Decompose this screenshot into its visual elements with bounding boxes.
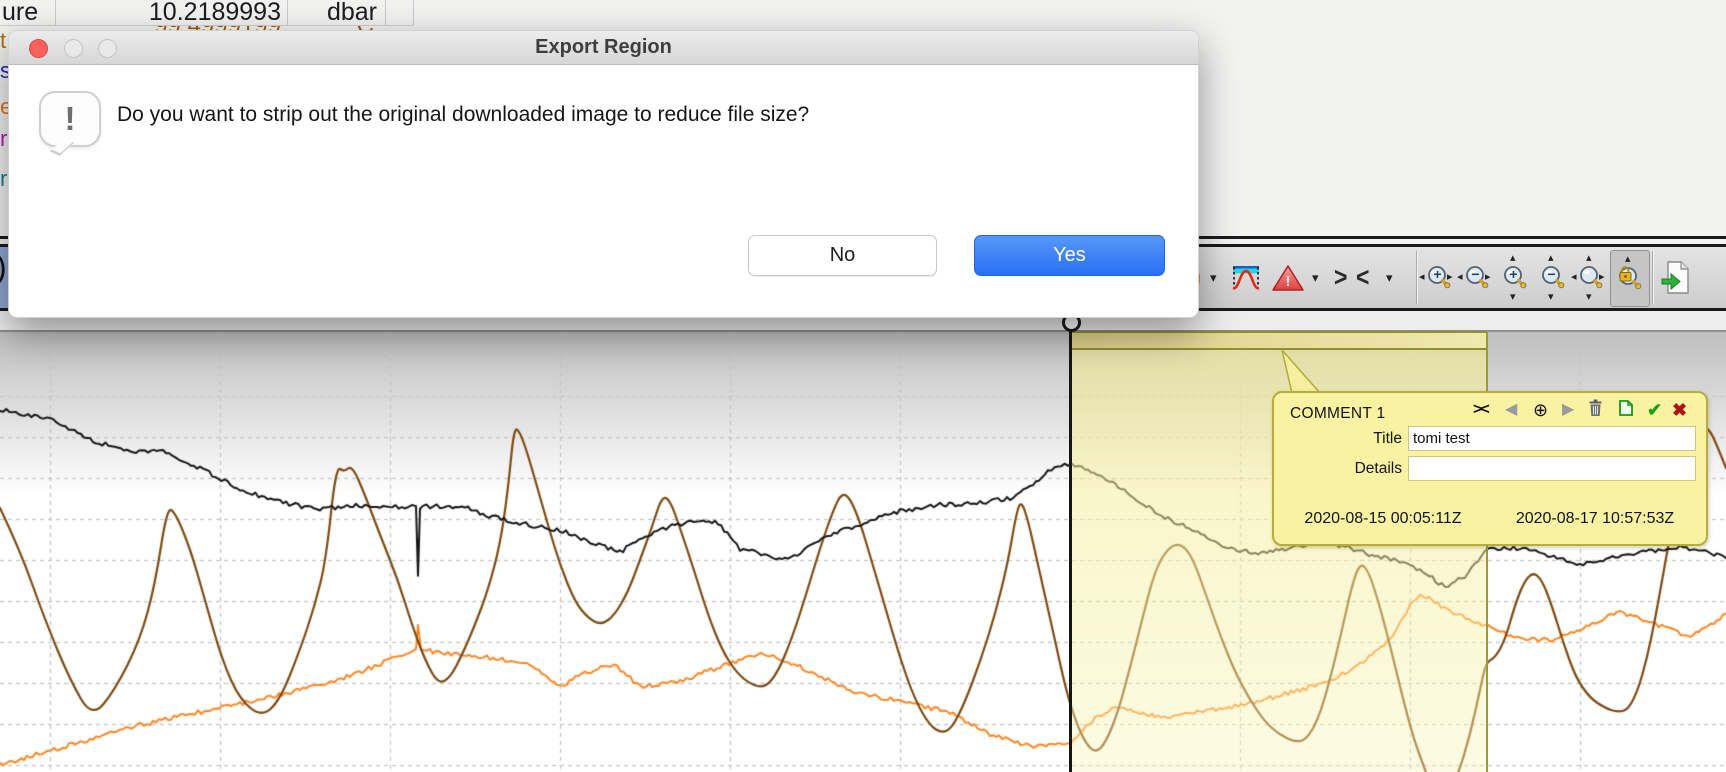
warning-dropdown-caret[interactable]: ▾	[1312, 247, 1319, 308]
channel-name-fragment: ure	[2, 0, 38, 27]
export-region-dialog: Export Region ! Do you want to strip out…	[8, 30, 1199, 318]
zoom-out-x-button[interactable]: ◂▸−	[1458, 250, 1496, 305]
sidebar-label-fragment: )	[0, 249, 7, 286]
ruskin-app-window: ure 10.2189993 dbar 99.4999199 °C t s ep…	[0, 0, 1726, 772]
comment-label: COMMENT 1	[1290, 405, 1385, 423]
alert-icon-tail	[50, 138, 75, 156]
zoom-in-y-button[interactable]: ▴▾+	[1496, 250, 1534, 305]
dialog-message: Do you want to strip out the original do…	[117, 103, 809, 127]
zoom-out-y-button[interactable]: ▴▾−	[1534, 250, 1572, 305]
confirm-icon[interactable]: ✔	[1647, 401, 1662, 419]
toolbar-separator	[1416, 251, 1418, 304]
table-border	[385, 0, 386, 26]
region-start-line[interactable]	[1069, 328, 1072, 772]
dialog-titlebar[interactable]: Export Region	[9, 31, 1198, 65]
svg-text:!: !	[1286, 273, 1291, 290]
title-input[interactable]	[1408, 426, 1696, 451]
alert-icon: !	[39, 91, 101, 147]
region-end-timestamp: 2020-08-17 10:57:53Z	[1502, 510, 1688, 528]
channel-list-fragment: r	[0, 166, 7, 192]
toolbar-separator	[1652, 251, 1654, 304]
dialog-title: Export Region	[9, 31, 1198, 64]
collapse-icon[interactable]: ><	[1473, 401, 1488, 419]
delete-comment-icon[interactable]	[1588, 399, 1603, 422]
events-peak-icon[interactable]	[1228, 247, 1264, 308]
table-border	[413, 0, 414, 26]
table-border	[55, 0, 56, 26]
export-file-icon[interactable]	[1660, 247, 1692, 308]
title-label: Title	[1294, 430, 1402, 448]
comment-box: COMMENT 1 >< ◀ ⊕ ▶ ✔ ✖ Title Details	[1272, 391, 1708, 546]
details-input[interactable]	[1408, 456, 1696, 481]
locate-icon[interactable]: ⊕	[1533, 401, 1548, 419]
table-border	[287, 0, 288, 26]
events-dropdown-caret[interactable]: ▾	[1386, 247, 1393, 308]
warning-icon[interactable]: !	[1270, 247, 1306, 308]
dropdown-caret[interactable]: ▾	[1210, 247, 1217, 308]
details-label: Details	[1294, 460, 1402, 478]
yes-button[interactable]: Yes	[974, 235, 1165, 276]
cancel-icon[interactable]: ✖	[1672, 401, 1687, 419]
alert-exclamation: !	[41, 100, 99, 138]
duplicate-comment-icon[interactable]	[1618, 399, 1634, 422]
region-start-timestamp: 2020-08-15 00:05:11Z	[1290, 510, 1476, 528]
channel-list-fragment: r	[0, 126, 7, 152]
next-comment-icon[interactable]: ▶	[1562, 401, 1574, 419]
channel-list-fragment: t	[0, 28, 6, 54]
no-button[interactable]: No	[748, 235, 937, 276]
zoom-all-button[interactable]: ▴▾ ◂▸	[1572, 250, 1610, 305]
next-event-icon[interactable]: >	[1334, 247, 1347, 308]
chart-toolbar: ) ▾ ! ▾ > < ▾	[1188, 247, 1726, 308]
channel-unit: dbar	[287, 0, 377, 27]
zoom-in-x-button[interactable]: ◂▸+	[1420, 250, 1458, 305]
channel-value: 10.2189993	[100, 0, 281, 27]
prev-event-icon[interactable]: <	[1356, 247, 1369, 308]
zoom-lock-button[interactable]: ▴	[1610, 250, 1650, 307]
comment-region-band[interactable]	[1072, 331, 1486, 350]
comment-bubble-tail	[1276, 350, 1336, 394]
prev-comment-icon[interactable]: ◀	[1505, 401, 1517, 419]
